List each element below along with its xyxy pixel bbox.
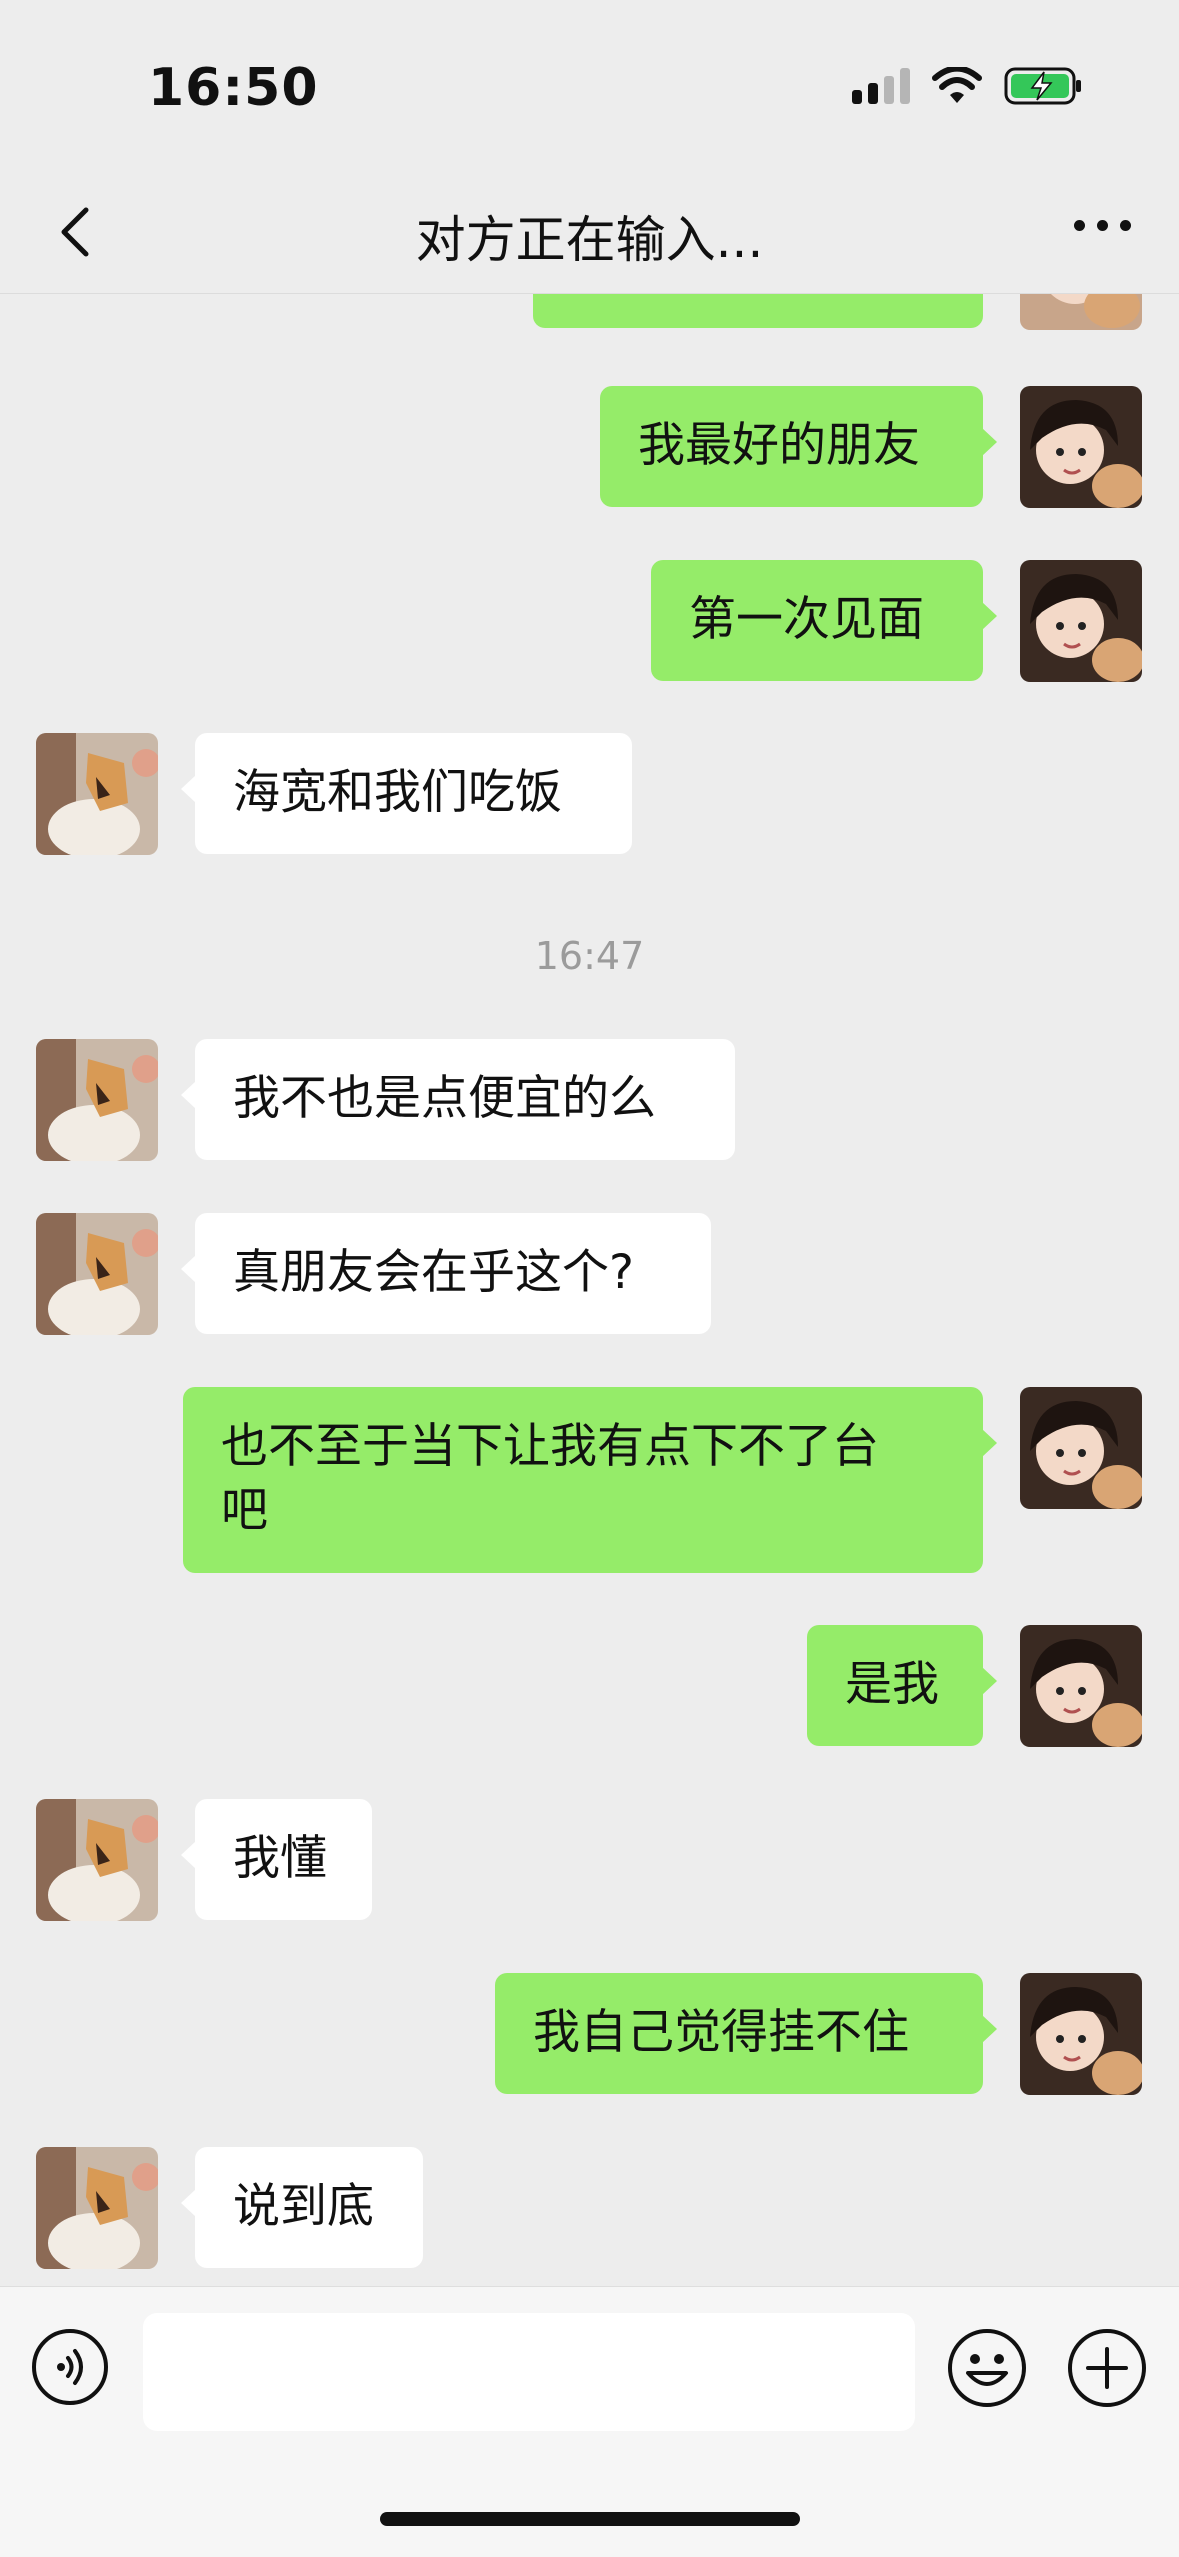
status-icons	[852, 66, 1084, 106]
status-bar: 16:50	[0, 0, 1179, 170]
avatar-me[interactable]	[1020, 1387, 1142, 1509]
chat-title: 对方正在输入...	[415, 211, 764, 269]
avatar-contact[interactable]	[36, 2147, 158, 2269]
avatar-contact[interactable]	[36, 733, 158, 855]
wifi-icon	[932, 67, 982, 103]
message-bubble-sent[interactable]: 是我	[807, 1625, 997, 1746]
input-bar	[0, 2286, 1179, 2557]
message-bubble-received[interactable]: 我不也是点便宜的么	[181, 1039, 735, 1160]
plus-icon[interactable]	[1066, 2327, 1148, 2409]
avatar-me[interactable]	[1020, 1625, 1142, 1747]
avatar-me[interactable]	[1020, 560, 1142, 682]
avatar-me[interactable]	[1020, 1973, 1142, 2095]
emoji-icon[interactable]	[946, 2327, 1028, 2409]
voice-icon[interactable]	[30, 2327, 110, 2407]
battery-charging-icon	[1004, 67, 1081, 105]
message-bubble-received[interactable]: 我懂	[181, 1799, 372, 1920]
avatar-contact[interactable]	[36, 1039, 158, 1161]
signal-icon	[852, 68, 910, 104]
message-bubble-received[interactable]: 真朋友会在乎这个?	[181, 1213, 711, 1334]
avatar-me[interactable]	[1020, 294, 1142, 330]
message-bubble-partial	[533, 294, 983, 328]
more-icon[interactable]	[1074, 220, 1131, 231]
message-bubble-received[interactable]: 海宽和我们吃饭	[181, 733, 632, 854]
message-bubble-sent[interactable]: 我自己觉得挂不住	[495, 1973, 997, 2094]
home-indicator[interactable]	[380, 2512, 800, 2526]
message-bubble-sent[interactable]: 我最好的朋友	[600, 386, 997, 507]
message-bubble-sent[interactable]: 第一次见面	[651, 560, 997, 681]
message-bubble-sent[interactable]: 也不至于当下让我有点下不了台 吧	[183, 1387, 997, 1573]
avatar-contact[interactable]	[36, 1799, 158, 1921]
avatar-me[interactable]	[1020, 386, 1142, 508]
status-time: 16:50	[148, 58, 319, 118]
message-input[interactable]	[143, 2313, 915, 2431]
timestamp: 16:47	[534, 934, 645, 978]
avatar-contact[interactable]	[36, 1213, 158, 1335]
message-bubble-received[interactable]: 说到底	[181, 2147, 423, 2268]
message-list[interactable]: 我最好的朋友 第一次见面 海宽和我们吃饭 16:47 我不也是点便宜的么 真朋友…	[0, 294, 1179, 2286]
chat-header: 对方正在输入...	[0, 170, 1179, 294]
